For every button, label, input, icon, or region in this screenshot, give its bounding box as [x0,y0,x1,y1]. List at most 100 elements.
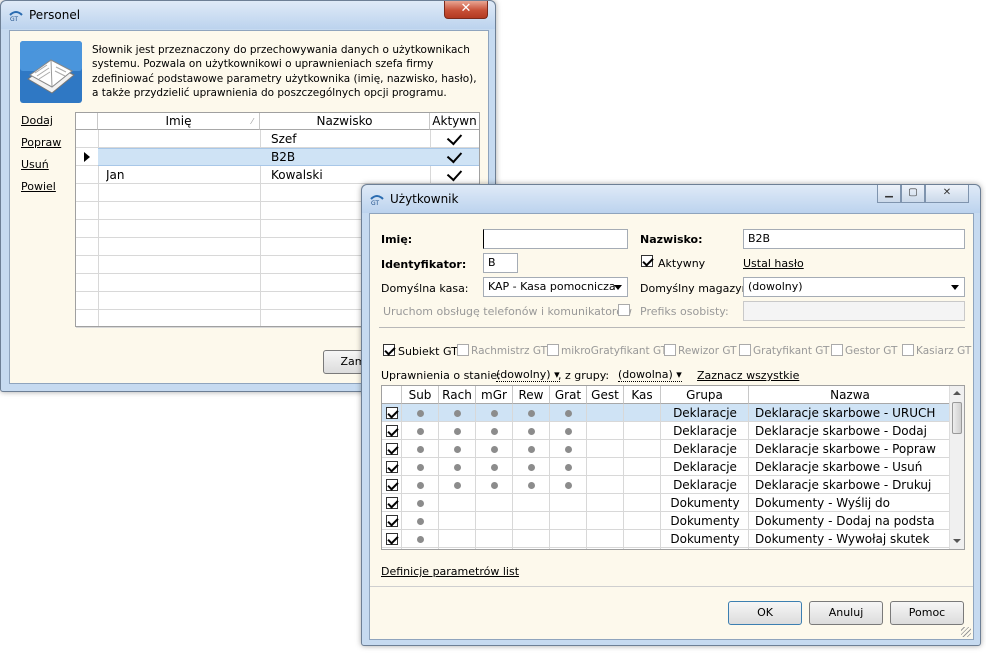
grupa-dropdown[interactable]: (dowolna) ▾ [618,368,682,382]
resize-grip-icon[interactable] [961,627,971,637]
perm-row-checkbox[interactable] [386,497,398,509]
scroll-down-icon[interactable] [953,539,961,543]
perm-col-header[interactable]: Rach [439,386,476,404]
powiel-link[interactable]: Powiel [21,180,56,193]
rewizor-label[interactable]: Rewizor GT [678,345,737,357]
permission-dot-icon[interactable] [417,428,424,435]
prefiks-input[interactable] [743,301,965,321]
popraw-link[interactable]: Popraw [21,136,61,149]
permission-dot-icon[interactable] [454,482,461,489]
aktywny-label[interactable]: Aktywny [658,257,705,270]
permission-dot-icon[interactable] [491,446,498,453]
usun-link[interactable]: Usuń [21,158,49,171]
rachmistrz-label[interactable]: Rachmistrz GT [471,345,547,357]
nazwisko-input[interactable]: B2B [743,229,965,249]
svg-text:GT: GT [10,16,18,21]
stan-dropdown[interactable]: (dowolny) ▾ [496,368,560,382]
permission-dot-icon[interactable] [417,536,424,543]
pomoc-button[interactable]: Pomoc [890,601,964,625]
permission-dot-icon[interactable] [491,410,498,417]
kasa-select[interactable]: KAP - Kasa pomocnicza [483,277,628,297]
uzytkownik-client: Imię: Nazwisko: B2B Identyfikator: B Akt… [369,213,974,640]
kasiarz-label[interactable]: Kasiarz GT [916,345,971,357]
col-divider [401,404,402,549]
maximize-icon[interactable]: ▢ [901,185,925,203]
permission-dot-icon[interactable] [565,428,572,435]
subiekt-label[interactable]: Subiekt GT [398,345,458,358]
definicje-link[interactable]: Definicje parametrów list [381,565,519,578]
mikrogratyfikant-label[interactable]: mikroGratyfikant GT [561,345,667,357]
col-imie-header[interactable]: Imię ⁄ [98,113,260,130]
subiekt-checkbox[interactable] [383,344,395,356]
minimize-icon[interactable]: ▁ [877,185,901,203]
permission-dot-icon[interactable] [417,518,424,525]
permission-dot-icon[interactable] [528,446,535,453]
identyfikator-input[interactable]: B [483,253,518,273]
gratyfikant-checkbox[interactable] [739,344,751,356]
permission-dot-icon[interactable] [417,410,424,417]
permission-dot-icon[interactable] [565,410,572,417]
col-divider [748,404,749,549]
permission-dot-icon[interactable] [454,428,461,435]
permission-dot-icon[interactable] [417,500,424,507]
dodaj-link[interactable]: Dodaj [21,114,53,127]
uruchom-checkbox[interactable] [618,304,630,316]
zaznacz-wszystkie-link[interactable]: Zaznacz wszystkie [697,369,799,382]
permission-dot-icon[interactable] [491,482,498,489]
permission-dot-icon[interactable] [417,464,424,471]
permission-dot-icon[interactable] [565,482,572,489]
perm-row-checkbox[interactable] [386,443,398,455]
perm-col-header[interactable]: mGr [476,386,513,404]
permission-dot-icon[interactable] [528,428,535,435]
ok-button[interactable]: OK [728,601,802,625]
perm-col-header[interactable]: Kas [624,386,661,404]
permission-dot-icon[interactable] [528,482,535,489]
scroll-thumb[interactable] [952,402,962,434]
perm-col-header[interactable]: Grat [550,386,587,404]
personel-titlebar[interactable]: GT Personel [1,1,495,29]
perm-col-header[interactable]: Grupa [661,386,749,404]
permission-dot-icon[interactable] [528,464,535,471]
col-aktywny-header[interactable]: Aktywn [430,113,479,130]
permission-dot-icon[interactable] [454,464,461,471]
perm-row-checkbox[interactable] [386,461,398,473]
perm-row-checkbox[interactable] [386,407,398,419]
permission-dot-icon[interactable] [528,410,535,417]
col-nazwisko-header[interactable]: Nazwisko [260,113,430,130]
permission-dot-icon[interactable] [491,428,498,435]
perm-col-header[interactable]: Sub [402,386,439,404]
perm-row-checkbox[interactable] [386,479,398,491]
permission-dot-icon[interactable] [417,482,424,489]
imie-input[interactable] [483,229,628,249]
scrollbar[interactable] [949,386,964,549]
perm-row-checkbox[interactable] [386,425,398,437]
ustal-haslo-link[interactable]: Ustal hasło [743,257,804,270]
perm-nazwa-cell: Deklaracje skarbowe - Popraw [755,442,936,456]
magazyn-select[interactable]: (dowolny) [743,277,965,297]
rachmistrz-checkbox[interactable] [457,344,469,356]
permission-dot-icon[interactable] [417,446,424,453]
scroll-up-icon[interactable] [953,391,961,395]
permission-dot-icon[interactable] [454,410,461,417]
perm-row-checkbox[interactable] [386,515,398,527]
permission-dot-icon[interactable] [454,446,461,453]
close-icon[interactable]: ✕ [925,185,969,203]
perm-row-checkbox[interactable] [386,533,398,545]
permissions-table[interactable]: Sub Rach mGr Rew Grat Gest Kas Grupa Nazwa Deklar… [381,385,965,550]
gestor-label[interactable]: Gestor GT [845,345,897,357]
permission-dot-icon[interactable] [565,446,572,453]
personel-close-button[interactable]: ✕ [444,1,488,19]
col-divider [660,404,661,549]
permission-dot-icon[interactable] [565,464,572,471]
permission-dot-icon[interactable] [491,464,498,471]
perm-col-header[interactable]: Rew [513,386,550,404]
gestor-checkbox[interactable] [831,344,843,356]
perm-col-header[interactable]: Gest [587,386,624,404]
aktywny-checkbox[interactable] [641,255,653,267]
mikrogratyfikant-checkbox[interactable] [547,344,559,356]
anuluj-button[interactable]: Anuluj [809,601,883,625]
kasiarz-checkbox[interactable] [902,344,914,356]
perm-col-header[interactable]: Nazwa [749,386,952,404]
gratyfikant-label[interactable]: Gratyfikant GT [753,345,829,357]
rewizor-checkbox[interactable] [664,344,676,356]
